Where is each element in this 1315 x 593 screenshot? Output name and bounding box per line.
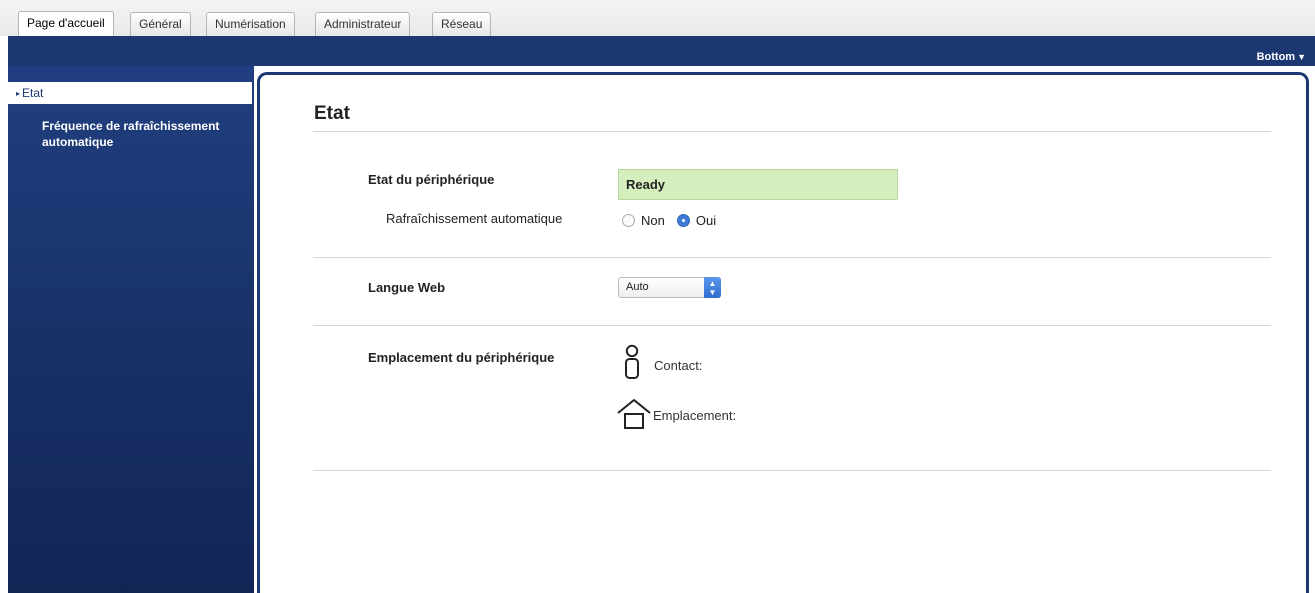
header-band: Bottom ▼ bbox=[8, 36, 1315, 66]
triangle-down-icon: ▼ bbox=[1297, 52, 1306, 62]
main-panel: Etat Etat du périphérique Ready Rafraîch… bbox=[257, 72, 1309, 593]
sidebar-item-etat[interactable]: ▸ Etat bbox=[8, 82, 252, 104]
radio-non[interactable] bbox=[622, 213, 635, 227]
web-language-label: Langue Web bbox=[368, 280, 446, 295]
divider bbox=[313, 131, 1271, 132]
auto-refresh-label: Rafraîchissement automatique bbox=[386, 211, 563, 226]
divider bbox=[313, 257, 1271, 258]
bottom-link[interactable]: Bottom ▼ bbox=[1257, 51, 1306, 63]
sidebar-item-refresh-frequency[interactable]: Fréquence de rafraîchissement automatiqu… bbox=[42, 118, 242, 150]
house-icon bbox=[617, 399, 651, 429]
tab-numerisation[interactable]: Numérisation bbox=[206, 12, 295, 36]
sidebar-item-label: Etat bbox=[22, 86, 44, 100]
tab-administrateur[interactable]: Administrateur bbox=[315, 12, 411, 36]
auto-refresh-radio-group: Non Oui bbox=[622, 211, 728, 229]
person-icon bbox=[625, 344, 639, 379]
radio-oui[interactable] bbox=[676, 213, 690, 227]
divider bbox=[313, 470, 1271, 471]
tab-general[interactable]: Général bbox=[130, 12, 191, 36]
radio-non-label[interactable]: Non bbox=[641, 213, 665, 228]
tab-reseau[interactable]: Réseau bbox=[432, 12, 492, 36]
sidebar: ▸ Etat Fréquence de rafraîchissement auto… bbox=[8, 66, 254, 593]
divider bbox=[313, 325, 1271, 326]
web-language-select[interactable]: Auto ▲ ▼ bbox=[618, 277, 721, 298]
top-tab-strip: Page d'accueil Général Numérisation Admi… bbox=[0, 0, 1315, 37]
device-status-value: Ready bbox=[618, 169, 898, 200]
bottom-link-label: Bottom bbox=[1256, 51, 1296, 63]
contact-label: Contact: bbox=[654, 358, 703, 373]
select-arrows-icon: ▲ ▼ bbox=[704, 277, 721, 298]
device-status-label: Etat du périphérique bbox=[368, 172, 495, 187]
device-location-label: Emplacement du périphérique bbox=[368, 350, 555, 365]
radio-oui-label[interactable]: Oui bbox=[696, 213, 716, 228]
triangle-right-icon: ▸ bbox=[16, 89, 21, 98]
location-field-label: Emplacement: bbox=[653, 408, 737, 423]
tab-page-accueil[interactable]: Page d'accueil bbox=[18, 11, 114, 37]
page-title: Etat bbox=[314, 103, 350, 124]
web-language-value: Auto bbox=[626, 281, 649, 293]
